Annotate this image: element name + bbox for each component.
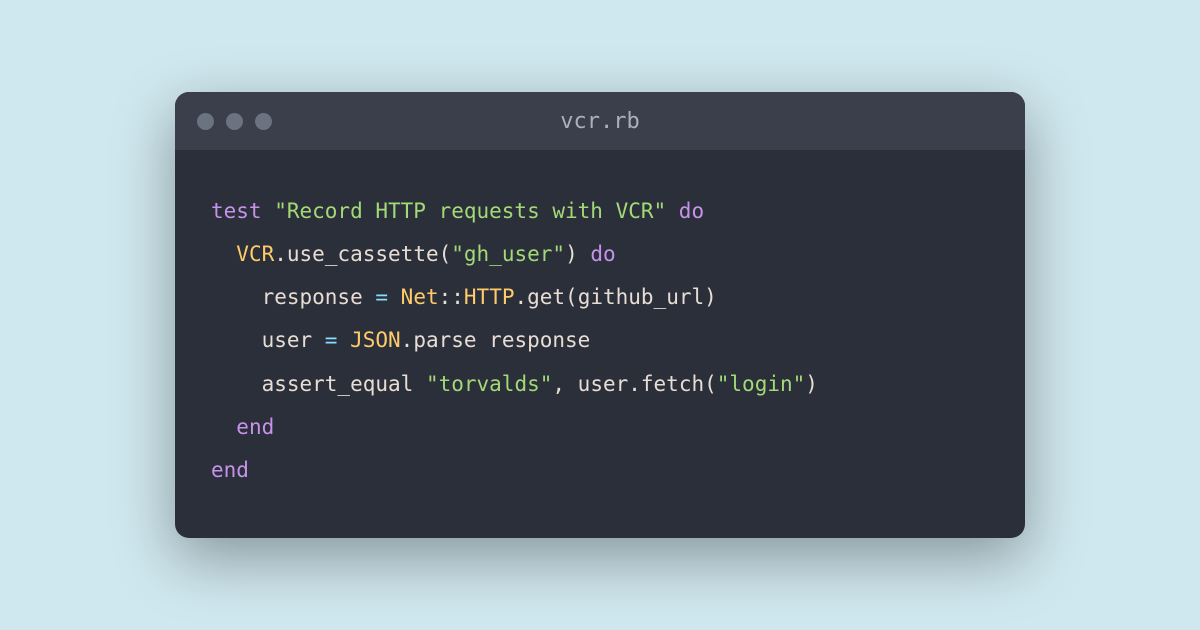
code-line: assert_equal "torvalds", user.fetch("log…	[211, 363, 989, 406]
code-area[interactable]: test "Record HTTP requests with VCR" do …	[175, 150, 1025, 537]
code-line: test "Record HTTP requests with VCR" do	[211, 190, 989, 233]
traffic-lights	[197, 113, 272, 130]
code-line: response = Net::HTTP.get(github_url)	[211, 276, 989, 319]
window-title: vcr.rb	[560, 109, 639, 134]
editor-window: vcr.rb test "Record HTTP requests with V…	[175, 92, 1025, 537]
code-line: user = JSON.parse response	[211, 319, 989, 362]
code-line: end	[211, 406, 989, 449]
close-button[interactable]	[197, 113, 214, 130]
code-line: end	[211, 449, 989, 492]
code-line: VCR.use_cassette("gh_user") do	[211, 233, 989, 276]
minimize-button[interactable]	[226, 113, 243, 130]
window-titlebar: vcr.rb	[175, 92, 1025, 150]
maximize-button[interactable]	[255, 113, 272, 130]
